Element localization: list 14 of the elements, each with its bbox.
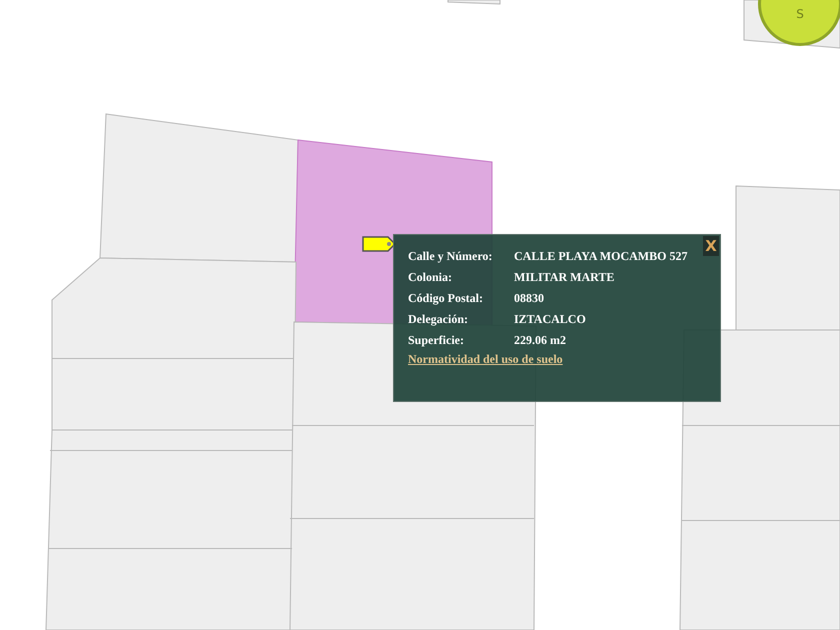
field-label: Superficie:	[408, 333, 465, 347]
field-value: 08830	[514, 291, 545, 305]
field-value: IZTACALCO	[514, 312, 587, 326]
field-value: CALLE PLAYA MOCAMBO 527	[514, 249, 688, 263]
field-label: Colonia:	[408, 270, 454, 284]
compass-label: S	[796, 7, 804, 21]
land-use-link[interactable]: Normatividad del uso de suelo	[408, 352, 563, 367]
close-button[interactable]: X	[703, 236, 719, 256]
field-label: Delegación:	[408, 312, 469, 326]
field-label: Calle y Número:	[408, 249, 494, 263]
field-value: MILITAR MARTE	[514, 270, 616, 284]
tag-icon[interactable]	[362, 235, 396, 253]
field-value: 229.06 m2	[514, 333, 567, 347]
field-label: Código Postal:	[408, 291, 484, 305]
